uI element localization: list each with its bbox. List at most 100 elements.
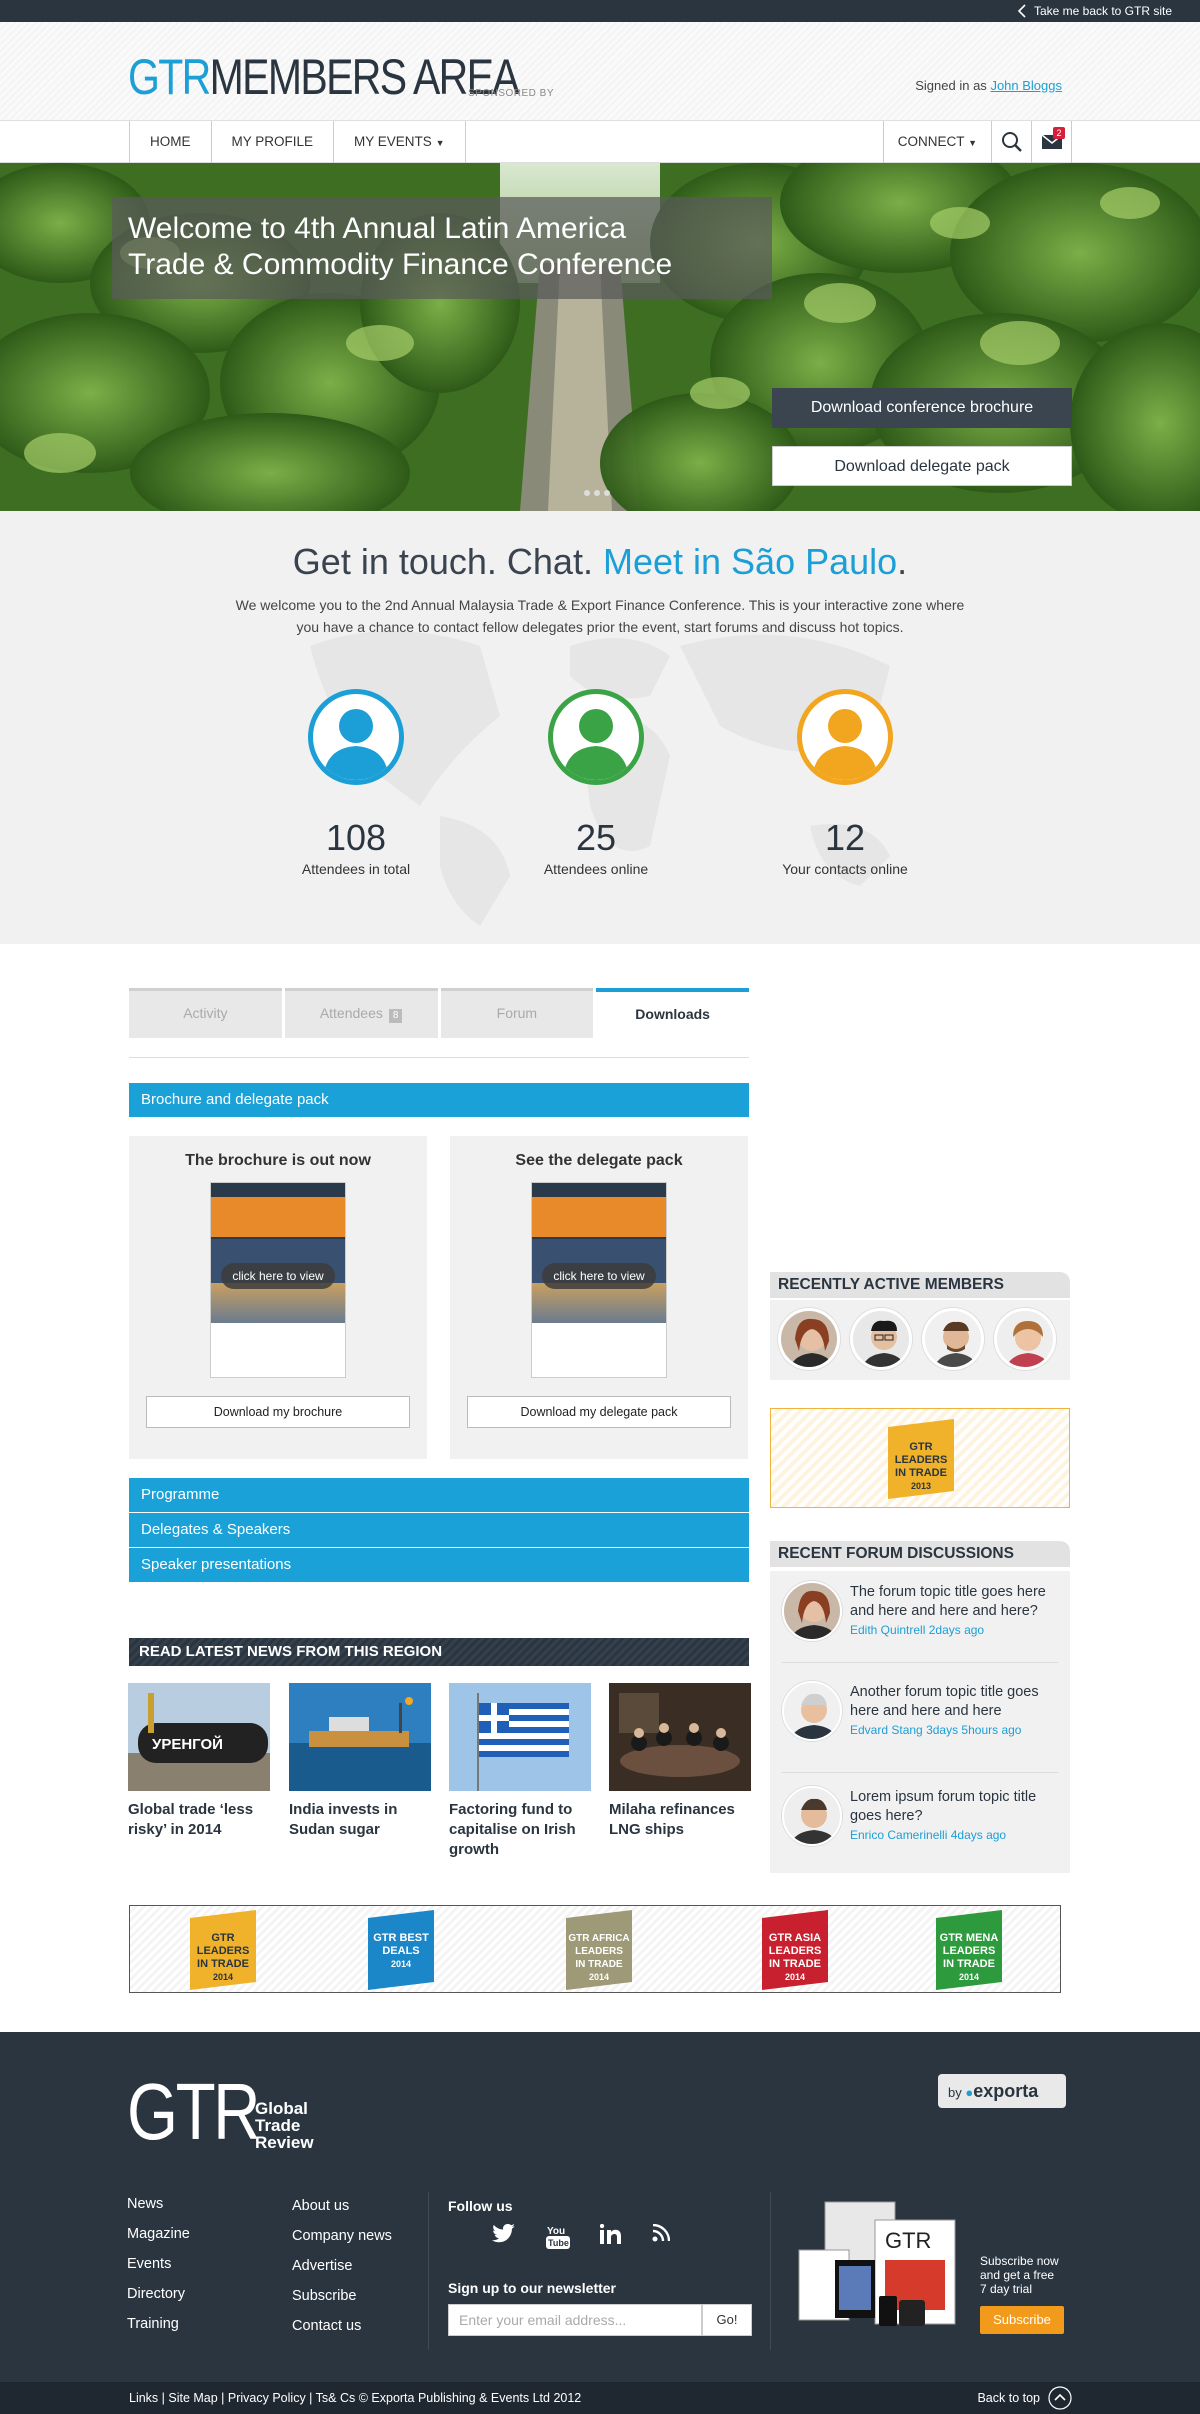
back-to-gtr-link[interactable]: Take me back to GTR site [1017, 4, 1172, 18]
author-link[interactable]: Edith Quintrell [850, 1623, 925, 1637]
gtr-footer-logo-subtitle: Global Trade Review [255, 2099, 314, 2152]
twitter-icon[interactable] [492, 2224, 516, 2244]
forum-item[interactable]: Another forum topic title goes here and … [782, 1671, 1058, 1773]
tab-forum[interactable]: Forum [440, 988, 594, 1038]
forum-topic-title[interactable]: Lorem ipsum forum topic title goes here? [850, 1788, 1058, 1826]
download-brochure-button[interactable]: Download conference brochure [772, 388, 1072, 428]
nav-home[interactable]: HOME [130, 121, 212, 163]
main-nav: HOME MY PROFILE MY EVENTS ▼ CONNECT ▼ 2 [0, 121, 1200, 163]
forum-meta: Edith Quintrell 2days ago [850, 1623, 985, 1637]
news-item[interactable]: УРЕНГОЙ Global trade ‘less risky’ in 201… [128, 1683, 270, 1840]
footer-link-about-us[interactable]: About us [292, 2198, 392, 2214]
stat-attendees-total[interactable]: 108 Attendees in total [256, 689, 456, 877]
messages-button[interactable]: 2 [1032, 121, 1072, 163]
gtr-best-deals-logo[interactable]: GTR BEST DEALS 2014 [368, 1910, 434, 1990]
news-item[interactable]: Milaha refinances LNG ships [609, 1683, 751, 1840]
accordion-delegates-speakers[interactable]: Delegates & Speakers [129, 1513, 749, 1547]
gtr-leaders-in-trade-promo[interactable]: GTR LEADERS IN TRADE 2013 [770, 1408, 1070, 1508]
magazine-covers-image[interactable]: GTR [795, 2200, 975, 2340]
carousel-dots[interactable] [584, 490, 610, 496]
news-title[interactable]: Milaha refinances LNG ships [609, 1800, 751, 1840]
user-profile-link[interactable]: John Bloggs [990, 78, 1062, 93]
chevron-left-icon [1017, 4, 1026, 18]
tab-downloads[interactable]: Downloads [596, 988, 749, 1038]
downloads-accordion: Programme Delegates & Speakers Speaker p… [129, 1478, 749, 1583]
delegate-pack-card: See the delegate pack click here to view… [450, 1136, 748, 1459]
linkedin-icon[interactable] [600, 2224, 622, 2244]
stat-attendees-online[interactable]: 25 Attendees online [496, 689, 696, 877]
forum-topic-title[interactable]: Another forum topic title goes here and … [850, 1683, 1058, 1721]
news-title[interactable]: Global trade ‘less risky’ in 2014 [128, 1800, 270, 1840]
view-overlay-label: click here to view [221, 1263, 335, 1289]
back-to-top-link[interactable]: Back to top [977, 2386, 1072, 2410]
rss-icon[interactable] [652, 2224, 670, 2242]
footer-link-news[interactable]: News [127, 2196, 190, 2212]
tab-activity[interactable]: Activity [129, 988, 282, 1038]
author-avatar[interactable] [782, 1581, 842, 1641]
gtr-asia-logo[interactable]: GTR ASIA LEADERS IN TRADE 2014 [762, 1910, 828, 1990]
member-avatar[interactable] [994, 1308, 1056, 1370]
awards-logo-strip: GTR LEADERS IN TRADE 2014 GTR BEST DEALS 2014… [129, 1905, 1061, 1993]
legal-links[interactable]: Links | Site Map | Privacy Policy | Ts& … [129, 2391, 581, 2405]
bottom-bar: Links | Site Map | Privacy Policy | Ts& … [0, 2382, 1200, 2414]
carousel-dot[interactable] [584, 490, 590, 496]
gtr-mena-logo[interactable]: GTR MENA LEADERS IN TRADE 2014 [936, 1910, 1002, 1990]
footer-link-subscribe[interactable]: Subscribe [292, 2288, 392, 2304]
card-title: The brochure is out now [185, 1152, 371, 1169]
author-avatar[interactable] [782, 1786, 842, 1846]
newsletter-email-input[interactable]: Enter your email address... [448, 2304, 702, 2336]
member-avatar[interactable] [778, 1308, 840, 1370]
author-avatar[interactable] [782, 1681, 842, 1741]
carousel-dot[interactable] [604, 490, 610, 496]
card-title: See the delegate pack [515, 1152, 683, 1169]
tab-attendees[interactable]: Attendees 8 [284, 988, 438, 1038]
follow-us-label: Follow us [448, 2198, 513, 2214]
member-avatar[interactable] [922, 1308, 984, 1370]
gtr-leaders-in-trade-logo[interactable]: GTR LEADERS IN TRADE 2014 [190, 1910, 256, 1990]
carousel-dot[interactable] [594, 490, 600, 496]
youtube-icon[interactable]: YouTube [546, 2224, 570, 2250]
footer-link-magazine[interactable]: Magazine [127, 2226, 190, 2242]
exporta-logo[interactable]: by ●exporta [938, 2074, 1066, 2108]
news-title[interactable]: Factoring fund to capitalise on Irish gr… [449, 1800, 591, 1860]
download-delegate-pack-button[interactable]: Download delegate pack [772, 446, 1072, 486]
author-link[interactable]: Enrico Camerinelli [850, 1828, 947, 1842]
footer-link-training[interactable]: Training [127, 2316, 190, 2332]
footer-link-company-news[interactable]: Company news [292, 2228, 392, 2244]
author-link[interactable]: Edvard Stang [850, 1723, 923, 1737]
nav-my-events[interactable]: MY EVENTS ▼ [334, 121, 466, 163]
newsletter-go-button[interactable]: Go! [702, 2304, 752, 2336]
stat-contacts-online[interactable]: 12 Your contacts online [745, 689, 945, 877]
forum-item[interactable]: The forum topic title goes here and here… [782, 1571, 1058, 1663]
content-tabs: Activity Attendees 8 Forum Downloads [129, 988, 749, 1038]
forum-item[interactable]: Lorem ipsum forum topic title goes here?… [782, 1776, 1058, 1872]
brochure-thumbnail[interactable]: click here to view [210, 1182, 346, 1378]
footer-link-advertise[interactable]: Advertise [292, 2258, 392, 2274]
members-area-logo[interactable]: GTRMEMBERS AREA [128, 48, 520, 106]
news-title[interactable]: India invests in Sudan sugar [289, 1800, 431, 1840]
accordion-speaker-presentations[interactable]: Speaker presentations [129, 1548, 749, 1582]
footer-link-directory[interactable]: Directory [127, 2286, 190, 2302]
footer-link-events[interactable]: Events [127, 2256, 190, 2272]
news-image-greek-flag[interactable] [449, 1683, 591, 1791]
news-item[interactable]: India invests in Sudan sugar [289, 1683, 431, 1840]
nav-connect[interactable]: CONNECT ▼ [884, 121, 992, 163]
delegate-pack-thumbnail[interactable]: click here to view [531, 1182, 667, 1378]
nav-my-profile[interactable]: MY PROFILE [212, 121, 335, 163]
download-my-delegate-pack-button[interactable]: Download my delegate pack [467, 1396, 731, 1428]
footer-links-col1: News Magazine Events Directory Training [127, 2196, 190, 2346]
footer-link-contact-us[interactable]: Contact us [292, 2318, 392, 2334]
gtr-footer-logo[interactable]: GTR [127, 2072, 261, 2152]
download-my-brochure-button[interactable]: Download my brochure [146, 1396, 410, 1428]
news-item[interactable]: Factoring fund to capitalise on Irish gr… [449, 1683, 591, 1860]
news-image-pipeline[interactable]: УРЕНГОЙ [128, 1683, 270, 1791]
forum-meta: Enrico Camerinelli 4days ago [850, 1828, 1007, 1842]
forum-topic-title[interactable]: The forum topic title goes here and here… [850, 1583, 1058, 1621]
subscribe-button[interactable]: Subscribe [980, 2306, 1064, 2334]
accordion-programme[interactable]: Programme [129, 1478, 749, 1512]
member-avatar[interactable] [850, 1308, 912, 1370]
news-image-meeting[interactable] [609, 1683, 751, 1791]
news-image-oil-ship[interactable] [289, 1683, 431, 1791]
gtr-africa-logo[interactable]: GTR AFRICA LEADERS IN TRADE 2014 [566, 1910, 632, 1990]
search-button[interactable] [992, 121, 1032, 163]
